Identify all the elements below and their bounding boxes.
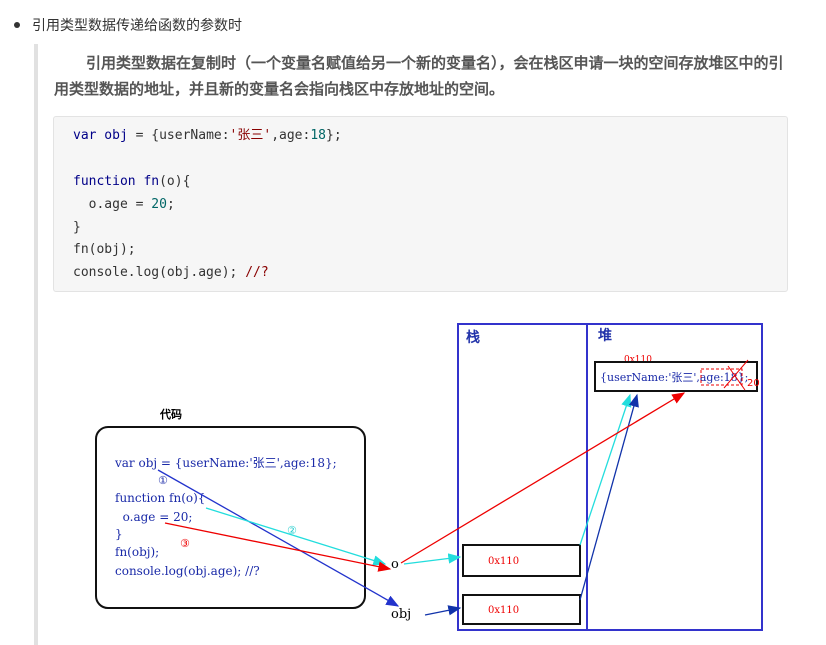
- stack-cell-o-value: 0x110: [488, 556, 519, 567]
- stack-cell-obj-value: 0x110: [488, 605, 519, 616]
- diagram-code-line-2: function fn(o){: [115, 491, 205, 505]
- heap-label: 堆: [598, 327, 612, 344]
- diagram-code-line-4: }: [115, 527, 123, 541]
- diagram-code-line-1: var obj = {userName:'张三',age:18};: [114, 456, 337, 470]
- memory-diagram: 代码 var obj = {userName:'张三',age:18}; fun…: [95, 323, 763, 631]
- diagram-code-label: 代码: [159, 407, 182, 421]
- arrow-o-modify-heap: [400, 392, 686, 564]
- stack-cell-obj: [462, 594, 581, 625]
- heap-new-value: 20: [747, 378, 760, 389]
- diagram-code-line-3: o.age = 20;: [115, 510, 192, 524]
- var-obj-label: obj: [391, 607, 411, 622]
- arrow-o-to-cell: [403, 553, 462, 565]
- var-o-label: o: [391, 557, 399, 572]
- arrow-obj-to-cell: [424, 605, 462, 616]
- diagram-code-line-5: fn(obj);: [115, 545, 159, 559]
- marker-1: ①: [158, 474, 168, 487]
- stack-label: 栈: [466, 329, 480, 346]
- heap-object-text: {userName:'张三',age:18};: [600, 371, 748, 384]
- stack-cell-o: [462, 544, 581, 577]
- marker-3: ③: [180, 537, 190, 550]
- diagram-code-line-6: console.log(obj.age); //?: [115, 564, 260, 578]
